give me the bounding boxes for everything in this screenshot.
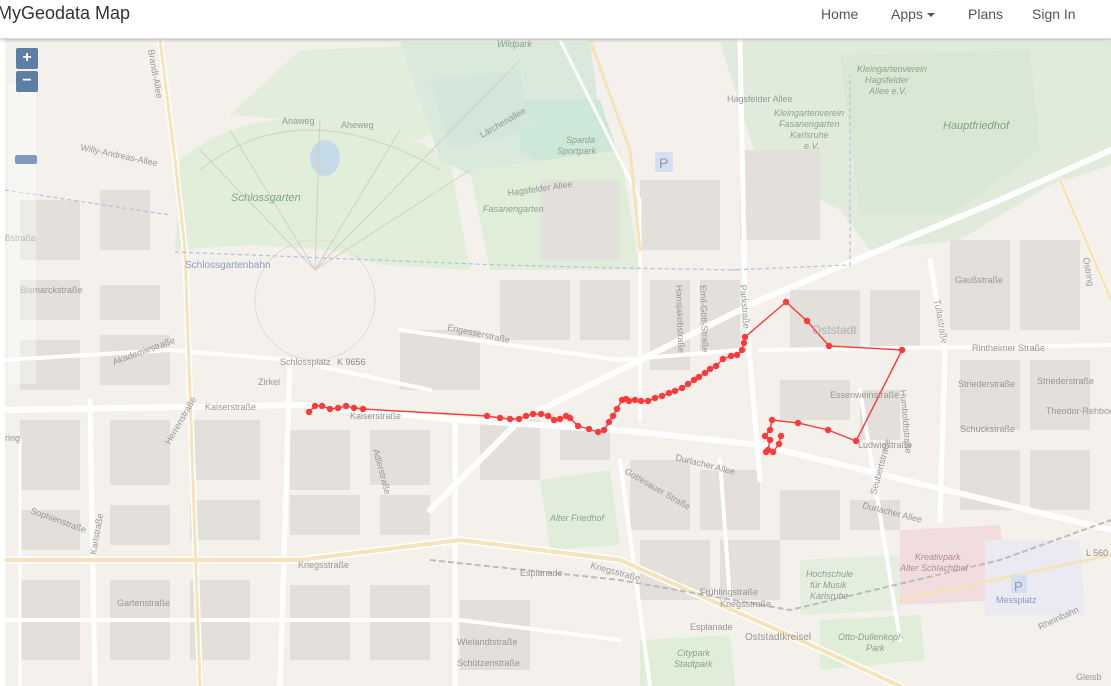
haze-overlay [5,39,1111,686]
zoom-slider-track[interactable] [8,84,36,384]
nav-signin-link[interactable]: Sign In [1032,1,1076,27]
zoom-controls: + − [16,48,38,94]
chevron-down-icon [926,13,935,18]
zoom-in-button[interactable]: + [16,48,38,69]
zoom-slider-handle[interactable] [15,155,37,164]
brand-title[interactable]: MyGeodata Map [0,3,130,23]
nav-plans-link[interactable]: Plans [968,1,1003,27]
navbar: MyGeodata Map Home Apps Plans Sign In [0,0,1111,39]
zoom-out-button[interactable]: − [16,71,38,92]
nav-apps-label: Apps [891,6,923,22]
basemap: Wildpark Anaweg Aheweg Schlossgarten Sch… [5,39,1111,686]
map-canvas[interactable]: Wildpark Anaweg Aheweg Schlossgarten Sch… [5,39,1111,686]
nav-home-link[interactable]: Home [821,1,858,27]
nav-apps-dropdown[interactable]: Apps [891,1,935,27]
